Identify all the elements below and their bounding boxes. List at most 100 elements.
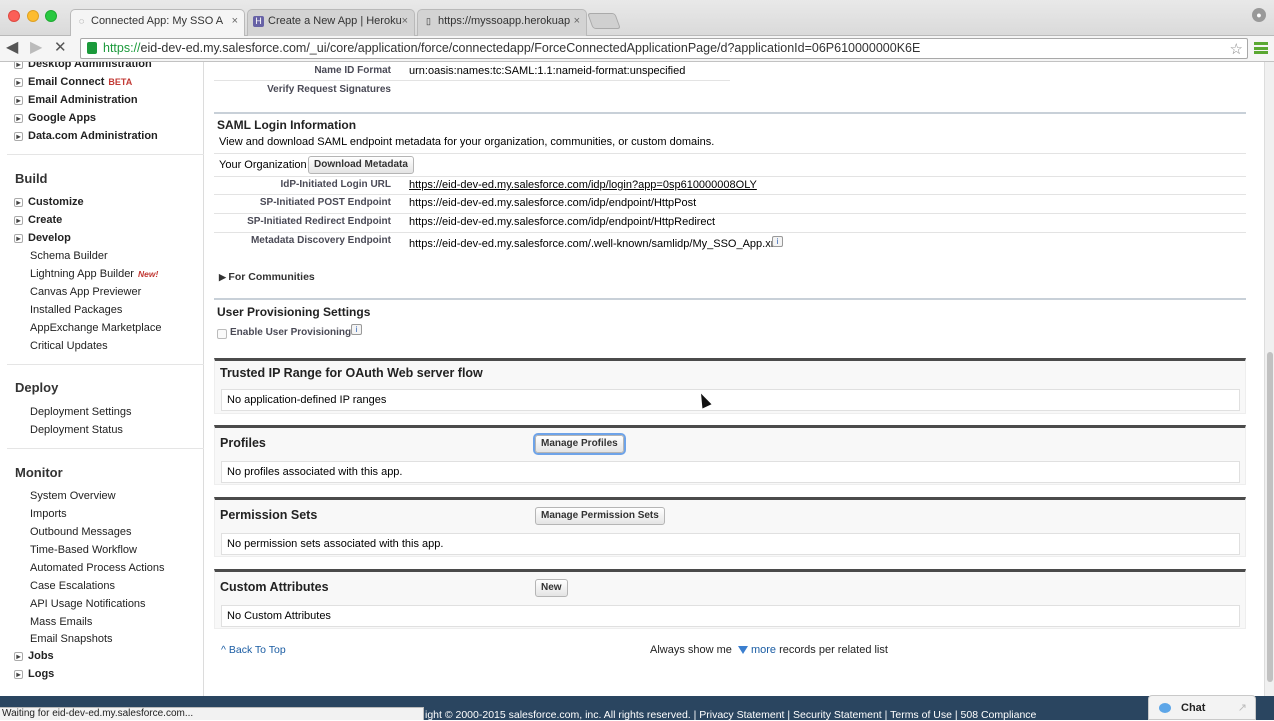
browser-toolbar: ◀ ▶ ✕ https://eid-dev-ed.my.salesforce.c… (0, 36, 1274, 62)
back-arrow-icon[interactable]: ◀ (6, 40, 18, 56)
expand-icon[interactable] (14, 197, 23, 207)
heroku-icon: H (253, 16, 264, 27)
expand-icon[interactable] (14, 651, 23, 661)
sidebar-item-deployment-status[interactable]: Deployment Status (30, 424, 123, 441)
salesforce-page: Desktop Administration Email ConnectBETA… (0, 62, 1264, 696)
sidebar-item-installed-packages[interactable]: Installed Packages (30, 304, 122, 321)
sidebar-item-desktop-administration[interactable]: Desktop Administration (7, 62, 152, 75)
stop-loading-icon[interactable]: ✕ (54, 40, 67, 56)
for-communities-toggle[interactable]: ▶ For Communities (219, 271, 315, 283)
expand-icon[interactable] (14, 113, 23, 123)
sidebar-item-email-connect[interactable]: Email ConnectBETA (7, 76, 132, 93)
expand-icon[interactable] (14, 131, 23, 141)
sidebar-item-system-overview[interactable]: System Overview (30, 490, 116, 507)
more-records-link[interactable]: more (751, 644, 776, 656)
scrollbar-thumb[interactable] (1267, 352, 1273, 682)
row-divider (214, 213, 1246, 214)
trusted-ip-title: Trusted IP Range for OAuth Web server fl… (220, 366, 483, 380)
sidebar-item-lightning-app-builder[interactable]: Lightning App Builder New! (30, 268, 158, 285)
expand-icon[interactable] (14, 215, 23, 225)
trusted-ip-empty-message: No application-defined IP ranges (221, 389, 1240, 411)
sidebar-item-canvas-app-previewer[interactable]: Canvas App Previewer (30, 286, 141, 303)
tab-title: https://myssoapp.herokuap (438, 15, 571, 27)
expand-icon[interactable] (14, 95, 23, 105)
name-id-format-value: urn:oasis:names:tc:SAML:1.1:nameid-forma… (409, 65, 686, 77)
close-tab-icon[interactable]: × (232, 15, 238, 27)
sidebar-item-jobs[interactable]: Jobs (7, 650, 54, 667)
expand-icon[interactable] (14, 62, 23, 69)
sidebar-item-email-snapshots[interactable]: Email Snapshots (30, 633, 113, 650)
sidebar-item-automated-process-actions[interactable]: Automated Process Actions (30, 562, 165, 579)
sidebar-item-api-usage-notifications[interactable]: API Usage Notifications (30, 598, 146, 615)
expand-icon[interactable] (14, 233, 23, 243)
maximize-window-icon[interactable] (45, 10, 57, 22)
url-scheme: https:// (103, 41, 141, 55)
sidebar-item-case-escalations[interactable]: Case Escalations (30, 580, 115, 597)
row-divider (214, 232, 1246, 233)
enable-user-provisioning-checkbox[interactable] (217, 329, 227, 339)
browser-tab-heroku[interactable]: H Create a New App | Heroku × (247, 9, 415, 36)
connected-app-detail: Name ID Format urn:oasis:names:tc:SAML:1… (214, 62, 1246, 696)
expand-icon[interactable] (14, 669, 23, 679)
info-icon[interactable]: i (772, 236, 783, 247)
more-triangle-icon[interactable] (737, 646, 748, 655)
back-to-top-link[interactable]: ^ Back To Top (221, 644, 286, 656)
browser-tab-myssoapp[interactable]: ▯ https://myssoapp.herokuap × (417, 9, 587, 36)
sidebar-item-datacom-administration[interactable]: Data.com Administration (7, 130, 158, 147)
row-divider (214, 153, 1246, 154)
sidebar-item-critical-updates[interactable]: Critical Updates (30, 340, 108, 357)
browser-tab-strip: ◌ Connected App: My SSO A × H Create a N… (0, 0, 1274, 36)
sidebar-item-deployment-settings[interactable]: Deployment Settings (30, 406, 132, 423)
metadata-discovery-endpoint-value: https://eid-dev-ed.my.salesforce.com/.we… (409, 238, 783, 250)
row-divider (214, 176, 1246, 177)
sidebar-item-logs[interactable]: Logs (7, 668, 54, 685)
sidebar-item-develop[interactable]: Develop (7, 232, 71, 249)
sidebar-item-mass-emails[interactable]: Mass Emails (30, 616, 92, 633)
page-icon: ▯ (426, 16, 431, 26)
profiles-related-list: Profiles Manage Profiles No profiles ass… (214, 425, 1246, 485)
sidebar-item-customize[interactable]: Customize (7, 196, 84, 213)
minimize-window-icon[interactable] (27, 10, 39, 22)
sidebar-item-email-administration[interactable]: Email Administration (7, 94, 138, 111)
metadata-discovery-endpoint-label: Metadata Discovery Endpoint (250, 235, 391, 246)
expand-arrow-icon[interactable]: ↗ (1238, 696, 1247, 720)
row-divider (214, 80, 730, 81)
sp-redirect-endpoint-value: https://eid-dev-ed.my.salesforce.com/idp… (409, 216, 716, 228)
sidebar-item-schema-builder[interactable]: Schema Builder (30, 250, 108, 267)
new-tab-button[interactable] (587, 13, 621, 29)
verify-request-signatures-label: Verify Request Signatures (267, 84, 391, 95)
browser-menu-icon[interactable] (1254, 42, 1268, 54)
close-window-icon[interactable] (8, 10, 20, 22)
sidebar-item-time-based-workflow[interactable]: Time-Based Workflow (30, 544, 137, 561)
sidebar-heading-monitor: Monitor (15, 465, 63, 480)
bookmark-star-icon[interactable]: ☆ (1230, 40, 1243, 58)
close-tab-icon[interactable]: × (402, 15, 408, 27)
name-id-format-label: Name ID Format (314, 65, 391, 76)
sidebar-item-imports[interactable]: Imports (30, 508, 67, 525)
page-scrollbar[interactable] (1264, 62, 1274, 696)
chat-widget[interactable]: Chat ↗ (1148, 695, 1256, 720)
lock-icon (87, 42, 97, 54)
address-bar[interactable]: https://eid-dev-ed.my.salesforce.com/_ui… (80, 38, 1248, 59)
forward-arrow-icon[interactable]: ▶ (30, 40, 42, 56)
browser-tab-connected-app[interactable]: ◌ Connected App: My SSO A × (70, 9, 245, 36)
expand-icon[interactable] (14, 77, 23, 87)
manage-profiles-button[interactable]: Manage Profiles (535, 435, 624, 453)
info-icon[interactable]: i (351, 324, 362, 335)
sp-post-endpoint-label: SP-Initiated POST Endpoint (259, 197, 391, 208)
custom-attributes-title: Custom Attributes (220, 580, 329, 594)
sidebar-divider (7, 154, 204, 155)
manage-permission-sets-button[interactable]: Manage Permission Sets (535, 507, 665, 525)
sidebar-item-appexchange-marketplace[interactable]: AppExchange Marketplace (30, 322, 161, 339)
sidebar-item-create[interactable]: Create (7, 214, 62, 231)
profile-icon[interactable]: ● (1252, 8, 1266, 22)
permission-sets-empty-message: No permission sets associated with this … (221, 533, 1240, 555)
idp-login-url-link[interactable]: https://eid-dev-ed.my.salesforce.com/idp… (409, 179, 757, 191)
caret-up-icon: ^ (221, 644, 229, 656)
download-metadata-button[interactable]: Download Metadata (308, 156, 414, 174)
close-tab-icon[interactable]: × (574, 15, 580, 27)
sidebar-divider (7, 364, 204, 365)
sidebar-item-outbound-messages[interactable]: Outbound Messages (30, 526, 132, 543)
sidebar-item-google-apps[interactable]: Google Apps (7, 112, 96, 129)
new-custom-attribute-button[interactable]: New (535, 579, 568, 597)
